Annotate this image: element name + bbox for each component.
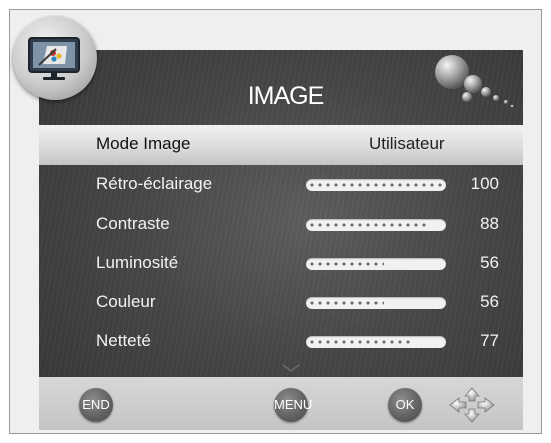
menu-item-brightness[interactable]: Luminosité 56 [39,244,523,284]
ok-button[interactable]: OK [388,388,422,422]
menu-item-label: Netteté [96,331,151,350]
menu-item-label: Rétro-éclairage [96,174,213,193]
menu-item-color[interactable]: Couleur 56 [39,283,523,323]
contrast-slider[interactable] [306,219,446,231]
page-title: IMAGE [247,82,325,110]
menu-item-sharpness[interactable]: Netteté 77 [39,322,523,362]
end-button[interactable]: END [79,388,113,422]
menu-item-value: 56 [480,292,499,311]
menu-item-value: Utilisateur [369,134,445,153]
backlight-slider[interactable] [306,179,446,191]
menu-item-value: 77 [480,331,499,350]
chevron-down-icon[interactable] [282,364,300,372]
slider-fill [308,299,384,307]
menu-item-value: 88 [480,214,499,233]
menu-item-backlight[interactable]: Rétro-éclairage 100 [39,165,523,205]
menu-item-label: Mode Image [96,134,191,153]
slider-fill [308,260,384,268]
menu-item-picture-mode[interactable]: Mode Image Utilisateur [39,125,523,165]
color-slider[interactable] [306,297,446,309]
menu-item-value: 56 [480,253,499,272]
menu-item-contrast[interactable]: Contraste 88 [39,205,523,245]
brightness-slider[interactable] [306,258,446,270]
navigation-arrows-icon[interactable] [448,387,496,423]
menu-item-label: Contraste [96,214,170,233]
slider-fill [308,338,413,346]
menu-button[interactable]: MENU [274,388,312,422]
menu-item-label: Couleur [96,292,156,311]
slider-fill [308,221,428,229]
menu-item-label: Luminosité [96,253,179,272]
sharpness-slider[interactable] [306,336,446,348]
slider-fill [308,181,444,189]
menu-item-value: 100 [470,174,499,193]
